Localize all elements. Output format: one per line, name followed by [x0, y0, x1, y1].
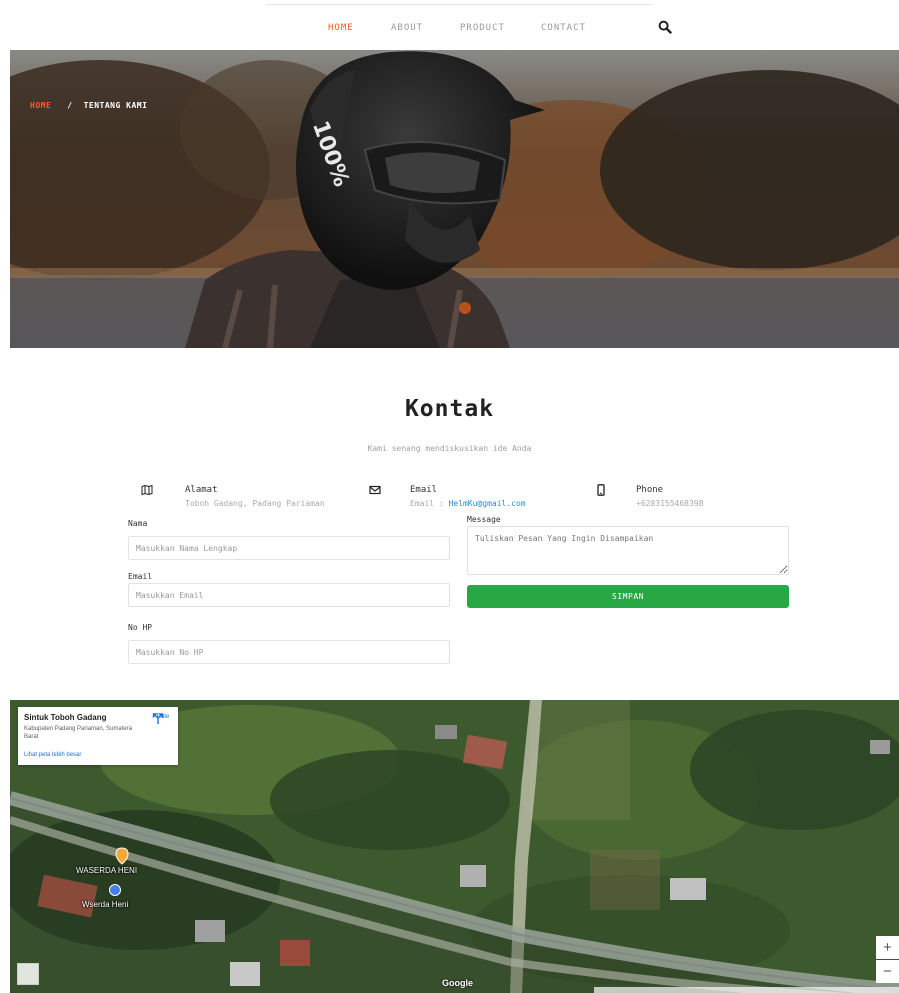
- map-attribution-bar: [594, 987, 899, 993]
- route-button[interactable]: Rute: [152, 713, 174, 724]
- name-input[interactable]: [128, 536, 450, 560]
- envelope-icon: [369, 485, 381, 495]
- nav-home-link[interactable]: HOME: [328, 23, 354, 33]
- google-logo: Google: [442, 978, 473, 988]
- email-field-label: Email: [128, 572, 153, 581]
- nav-about-link[interactable]: ABOUT: [391, 23, 423, 33]
- main-nav: HOME ABOUT PRODUCT CONTACT: [0, 0, 899, 50]
- submit-button[interactable]: SIMPAN: [467, 585, 789, 608]
- section-title: Kontak: [404, 396, 495, 422]
- phone-field-label: No HP: [128, 623, 153, 632]
- zoom-in-button[interactable]: +: [876, 936, 899, 959]
- breadcrumb-home-link[interactable]: HOME: [30, 101, 51, 110]
- hero-photo: 100%: [10, 50, 899, 348]
- address-label: Alamat: [185, 485, 218, 495]
- email-value-row: Email : HelmKu@gmail.com: [410, 499, 526, 508]
- message-textarea[interactable]: [467, 526, 789, 575]
- map-type-toggle[interactable]: [17, 963, 39, 985]
- zoom-out-button[interactable]: −: [876, 960, 899, 983]
- breadcrumb-separator: /: [67, 101, 73, 110]
- embedded-map[interactable]: Sintuk Toboh Gadang Kabupaten Padang Par…: [10, 700, 899, 993]
- message-label: Message: [467, 515, 501, 524]
- phone-input[interactable]: [128, 640, 450, 664]
- map-place-address: Kabupaten Padang Pariaman, Sumatera Bara…: [24, 726, 133, 740]
- phone-value[interactable]: +6283155468398: [636, 499, 703, 508]
- email-label: Email: [410, 485, 438, 495]
- search-icon[interactable]: [658, 20, 672, 34]
- breadcrumb: HOME / TENTANG KAMI: [30, 101, 147, 110]
- breadcrumb-current: TENTANG KAMI: [83, 101, 148, 110]
- map-place-name: Sintuk Toboh Gadang: [24, 713, 107, 722]
- poi-label-waserda[interactable]: WASERDA HENI: [76, 866, 137, 875]
- email-input[interactable]: [128, 583, 450, 607]
- poi-label-wserda[interactable]: Wserda Heni: [82, 900, 128, 909]
- map-place-card: Sintuk Toboh Gadang Kabupaten Padang Par…: [18, 707, 178, 765]
- nav-product-link[interactable]: PRODUCT: [460, 23, 505, 33]
- phone-label: Phone: [636, 485, 664, 495]
- address-value: Toboh Gadang, Padang Pariaman: [185, 499, 325, 508]
- hero-banner: 100% HOME / TENTANG KAMI: [10, 50, 899, 348]
- larger-map-link[interactable]: Lihat peta lebih besar: [24, 752, 81, 758]
- email-link[interactable]: HelmKu@gmail.com: [449, 499, 526, 508]
- name-label: Nama: [128, 519, 148, 528]
- nav-contact-link[interactable]: CONTACT: [541, 23, 586, 33]
- section-subtitle: Kami senang mendiskusikan ide Anda: [367, 444, 532, 453]
- mobile-icon: [597, 484, 605, 496]
- map-icon: [141, 484, 153, 496]
- directions-icon: [152, 713, 164, 724]
- email-prefix: Email :: [410, 499, 449, 508]
